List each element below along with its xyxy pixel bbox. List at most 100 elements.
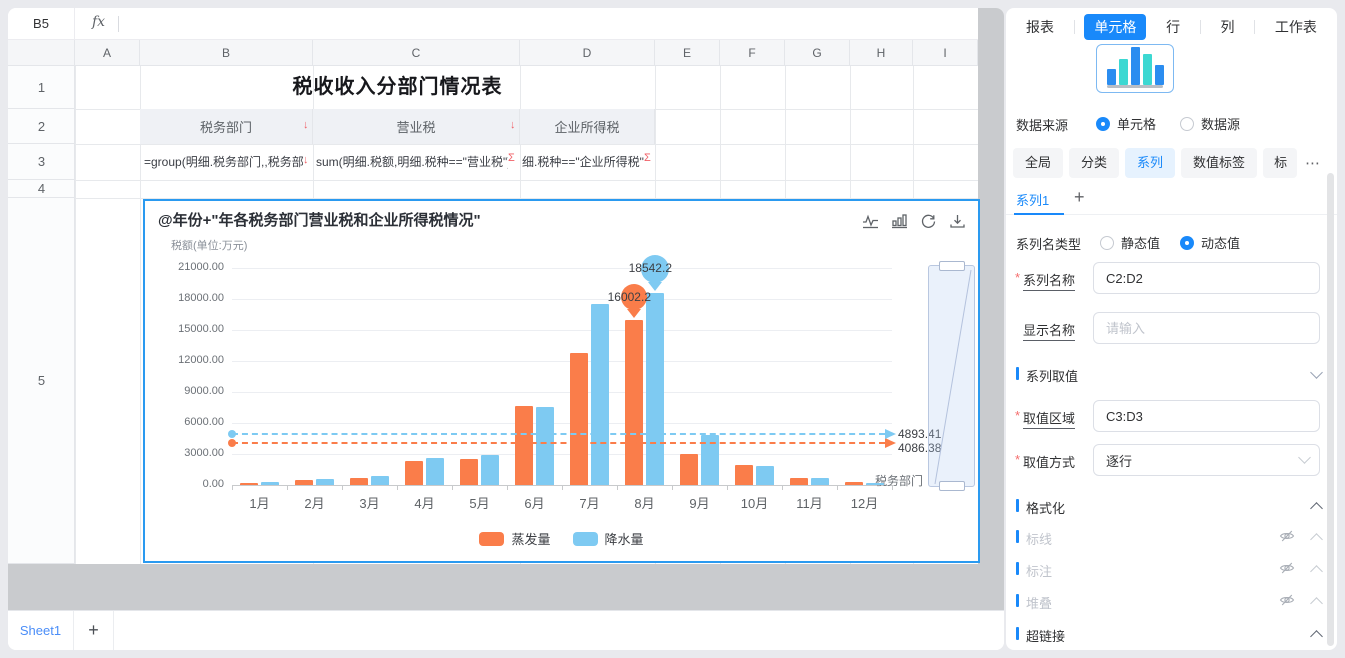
section-mark-note[interactable]: 标注 xyxy=(1006,560,1337,578)
markline-dot xyxy=(228,430,236,438)
select-all-corner[interactable] xyxy=(8,40,75,66)
display-name-input[interactable] xyxy=(1093,312,1320,344)
radio-dynamic-value[interactable]: 动态值 xyxy=(1180,233,1240,252)
x-tick-label: 3月 xyxy=(348,493,392,512)
chip-5[interactable]: 标 xyxy=(1263,148,1297,178)
value-area-input[interactable] xyxy=(1093,400,1320,432)
legend-item-蒸发量[interactable]: 蒸发量 xyxy=(479,529,550,548)
legend-item-降水量[interactable]: 降水量 xyxy=(573,529,644,548)
row-header-1[interactable]: 1 xyxy=(8,66,75,109)
sheet-scroll-area-right[interactable] xyxy=(978,8,1004,610)
row-header-3[interactable]: 3 xyxy=(8,144,75,180)
formula-input[interactable] xyxy=(124,8,978,40)
chip-3[interactable]: 系列 xyxy=(1125,148,1175,178)
more-chips-button[interactable]: ⋯ xyxy=(1303,154,1321,172)
datazoom-slider[interactable] xyxy=(928,265,975,487)
section-accent-bar xyxy=(1016,562,1019,575)
cell-header-1[interactable]: 税务部门 xyxy=(140,109,313,144)
add-series-button[interactable]: + xyxy=(1074,187,1085,208)
markline-arrow xyxy=(885,429,896,439)
column-header-G[interactable]: G xyxy=(785,40,850,66)
cell-reference-box[interactable]: B5 xyxy=(8,8,75,40)
row-header-5[interactable]: 5 xyxy=(8,198,75,564)
datazoom-handle-bottom[interactable] xyxy=(939,481,965,491)
gridline xyxy=(232,361,892,362)
cell-formula-d3[interactable]: 细.税种=="企业所得税") xyxy=(522,144,644,180)
column-header-E[interactable]: E xyxy=(655,40,720,66)
section-format[interactable]: 格式化 xyxy=(1006,497,1337,515)
x-tick-label: 12月 xyxy=(843,493,887,512)
bar-蒸发量-4月 xyxy=(405,461,423,485)
series-name-input[interactable] xyxy=(1093,262,1320,294)
value-mode-select[interactable] xyxy=(1093,444,1320,476)
column-header-A[interactable]: A xyxy=(75,40,140,66)
y-tick-label: 0.00 xyxy=(168,478,224,490)
chevron-up-icon[interactable] xyxy=(1310,502,1323,515)
tab-series1[interactable]: 系列1 xyxy=(1016,190,1049,209)
section-series-value[interactable]: 系列取值 xyxy=(1006,365,1337,383)
panel-tabs: 报表单元格行列工作表 xyxy=(1016,13,1327,41)
panel-scrollbar[interactable] xyxy=(1327,173,1334,646)
section-hyperlink[interactable]: 超链接 xyxy=(1006,625,1337,643)
thumbnail-bar xyxy=(1143,54,1152,85)
column-header-H[interactable]: H xyxy=(850,40,913,66)
section-mark-line[interactable]: 标线 xyxy=(1006,528,1337,546)
chevron-up-icon[interactable] xyxy=(1310,630,1323,643)
chip-2[interactable]: 分类 xyxy=(1069,148,1119,178)
column-header-I[interactable]: I xyxy=(913,40,978,66)
data-pin-tip xyxy=(627,309,641,318)
radio-icon xyxy=(1096,117,1110,131)
cell-formula-b3[interactable]: =group(明细.税务部门,,税务部 xyxy=(144,144,304,180)
column-header-F[interactable]: F xyxy=(720,40,785,66)
bar-蒸发量-9月 xyxy=(680,454,698,485)
eye-off-icon[interactable] xyxy=(1279,592,1295,611)
column-header-B[interactable]: B xyxy=(140,40,313,66)
datazoom-handle-top[interactable] xyxy=(939,261,965,271)
gridline xyxy=(232,299,892,300)
cell-report-title[interactable]: 税收收入分部门情况表 xyxy=(140,66,655,109)
chip-1[interactable]: 全局 xyxy=(1013,148,1063,178)
row-header-4[interactable]: 4 xyxy=(8,180,75,198)
radio-dataset[interactable]: 数据源 xyxy=(1180,114,1240,133)
add-sheet-button[interactable]: + xyxy=(74,611,114,650)
bar-蒸发量-5月 xyxy=(460,459,478,485)
display-name-label: 显示名称 xyxy=(1023,320,1075,341)
chart-object[interactable]: @年份+"年各税务部门营业税和企业所得税情况" 税额(单位:万元) 21000.… xyxy=(143,199,980,563)
y-tick-label: 18000.00 xyxy=(168,292,224,304)
cell-header-2[interactable]: 营业税 xyxy=(313,109,520,144)
chevron-up-icon xyxy=(1310,533,1323,546)
display-name-field-row: 显示名称 xyxy=(1006,312,1337,344)
chevron-down-icon[interactable] xyxy=(1310,366,1323,379)
x-axis-title: 税务部门 xyxy=(875,472,923,489)
formula-bar: B5 fx xyxy=(8,8,978,40)
bar-降水量-6月 xyxy=(536,407,554,485)
panel-tab-3[interactable]: 行 xyxy=(1156,14,1190,40)
tab-divider xyxy=(1200,20,1201,34)
panel-tab-2[interactable]: 单元格 xyxy=(1084,14,1146,40)
cell-formula-c3[interactable]: sum(明细.税额,明细.税种=="营业税") xyxy=(316,144,508,180)
gridline xyxy=(232,454,892,455)
thumbnail-bar xyxy=(1107,69,1116,85)
data-point-label: 16002.2 xyxy=(591,290,651,304)
eye-off-icon[interactable] xyxy=(1279,560,1295,579)
bar-降水量-1月 xyxy=(261,482,279,485)
radio-static-value[interactable]: 静态值 xyxy=(1100,233,1160,252)
value-area-field-row: * 取值区域 xyxy=(1006,400,1337,432)
row-header-2[interactable]: 2 xyxy=(8,109,75,144)
cell-header-3[interactable]: 企业所得税 xyxy=(520,109,655,144)
panel-tab-1[interactable]: 报表 xyxy=(1016,14,1064,40)
eye-off-icon[interactable] xyxy=(1279,528,1295,547)
sheet-tab-sheet1[interactable]: Sheet1 xyxy=(8,611,74,650)
panel-tab-5[interactable]: 工作表 xyxy=(1265,14,1327,40)
column-header-D[interactable]: D xyxy=(520,40,655,66)
chip-4[interactable]: 数值标签 xyxy=(1181,148,1257,178)
panel-tab-4[interactable]: 列 xyxy=(1211,14,1245,40)
bar-蒸发量-1月 xyxy=(240,483,258,485)
radio-cell[interactable]: 单元格 xyxy=(1096,114,1156,133)
series-name-type-row: 系列名类型 静态值 动态值 xyxy=(1016,232,1326,252)
column-header-C[interactable]: C xyxy=(313,40,520,66)
x-tick-label: 6月 xyxy=(513,493,557,512)
section-stack[interactable]: 堆叠 xyxy=(1006,592,1337,610)
chart-type-thumbnail[interactable] xyxy=(1096,44,1174,93)
series-name-field-row: * 系列名称 xyxy=(1006,262,1337,294)
